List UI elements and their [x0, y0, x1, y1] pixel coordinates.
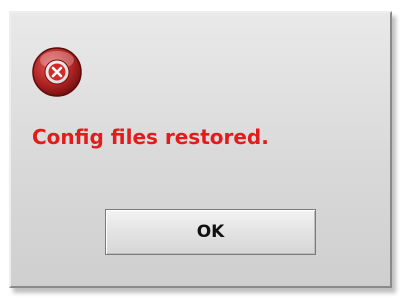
message-dialog: Config files restored. OK: [9, 11, 392, 288]
ok-button[interactable]: OK: [105, 209, 316, 255]
error-icon: [31, 46, 83, 98]
status-message: Config files restored.: [32, 125, 269, 149]
